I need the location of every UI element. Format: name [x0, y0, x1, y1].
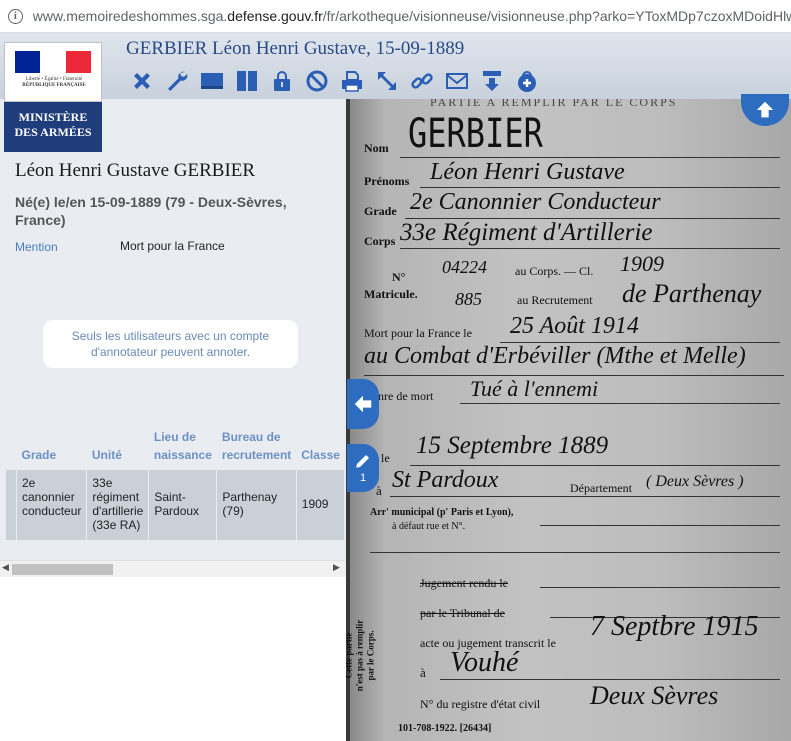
col-classe: Classe — [301, 448, 340, 462]
pencil-icon — [356, 455, 369, 468]
close-icon[interactable] — [124, 66, 159, 96]
table-row[interactable]: 2e canonnier conducteur 33e régiment d'artil… — [6, 470, 344, 540]
cell-grade: 2e canonnier conducteur — [16, 470, 88, 540]
col-unite: Unité — [91, 448, 122, 462]
col-lieu: Lieu de naissance — [153, 430, 212, 462]
person-name: Léon Henri Gustave GERBIER — [15, 160, 256, 181]
cell-unite: 33e régiment d'artillerie (33e RA) — [86, 470, 150, 540]
double-page-icon[interactable] — [229, 66, 264, 96]
ministry-line1: MINISTÈRE — [18, 110, 88, 124]
table-scrollbar[interactable]: ◀ ▶ — [0, 560, 346, 577]
single-page-icon[interactable] — [194, 66, 229, 96]
scanned-document[interactable]: PARTIE A REMPLIR PAR LE CORPS Nom GERBIE… — [346, 99, 791, 741]
arrow-left-icon — [354, 395, 372, 413]
record-table: Grade Unité Lieu de naissance Bureau de re… — [6, 422, 344, 542]
scroll-right-icon[interactable]: ▶ — [333, 562, 340, 573]
print-icon[interactable] — [334, 66, 369, 96]
cell-lieu: Saint- Pardoux — [148, 470, 218, 540]
lock-add-icon[interactable] — [509, 66, 544, 96]
marianne-logo: Liberté • Égalité • Fraternité RÉPUBLIQU… — [4, 42, 102, 102]
address-bar[interactable]: i www.memoiredeshommes.sga.defense.gouv.… — [0, 0, 791, 33]
lock-icon[interactable] — [264, 66, 299, 96]
col-grade: Grade — [21, 448, 57, 462]
mention-value: Mort pour la France — [120, 239, 225, 253]
mail-icon[interactable] — [439, 66, 474, 96]
link-icon[interactable] — [404, 66, 439, 96]
birth-info: Né(e) le/en 15-09-1889 (79 - Deux-Sèvres… — [15, 194, 287, 228]
ministry-logo[interactable]: Liberté • Égalité • Fraternité RÉPUBLIQU… — [4, 42, 102, 152]
collapse-panel-button[interactable] — [347, 379, 379, 429]
annotations-button[interactable]: 1 — [347, 444, 379, 492]
download-icon[interactable] — [474, 66, 509, 96]
url-text[interactable]: www.memoiredeshommes.sga.defense.gouv.fr… — [33, 8, 791, 24]
document-viewer[interactable]: PARTIE A REMPLIR PAR LE CORPS Nom GERBIE… — [346, 99, 791, 741]
info-icon[interactable]: i — [8, 8, 23, 24]
doc-surname: GERBIER — [408, 111, 543, 157]
viewer-toolbar — [124, 66, 544, 96]
annotation-count: 1 — [359, 472, 367, 484]
page-title: GERBIER Léon Henri Gustave, 15-09-1889 — [126, 38, 465, 59]
wrench-icon[interactable] — [159, 66, 194, 96]
annotator-notice: Seuls les utilisateurs avec un compte d'… — [43, 320, 298, 368]
forbidden-icon[interactable] — [299, 66, 334, 96]
arrow-up-icon — [756, 101, 774, 118]
cell-bureau: Parthenay (79) — [216, 470, 297, 540]
scroll-left-icon[interactable]: ◀ — [2, 562, 9, 573]
mention-label: Mention — [15, 240, 58, 254]
logo-republic: RÉPUBLIQUE FRANÇAISE — [22, 83, 86, 88]
scrollbar-thumb[interactable] — [12, 564, 113, 575]
col-bureau: Bureau de recrutement — [221, 430, 292, 462]
flag-icon — [15, 51, 91, 73]
ministry-line2: DES ARMÉES — [14, 125, 92, 139]
fullscreen-icon[interactable] — [369, 66, 404, 96]
cell-classe: 1909 — [296, 470, 344, 540]
